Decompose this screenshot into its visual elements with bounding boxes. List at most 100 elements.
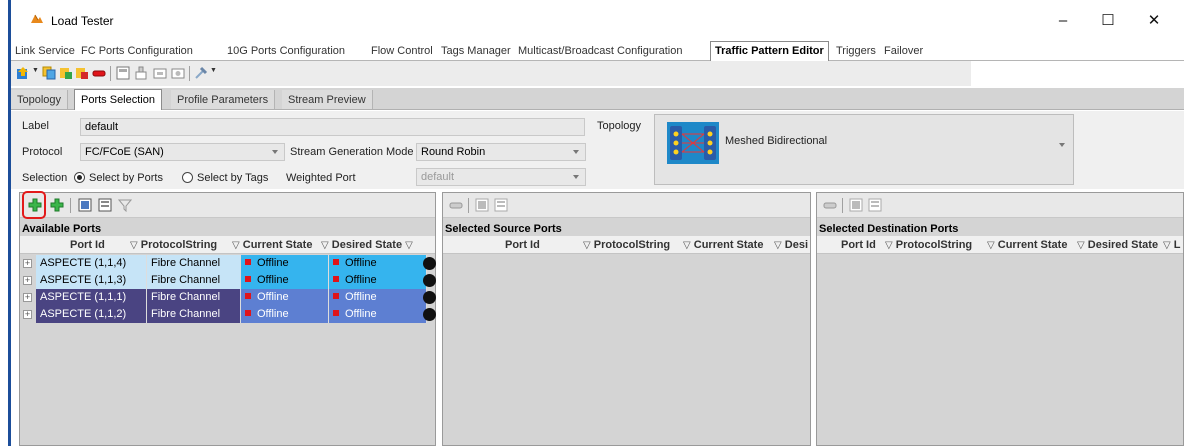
current-state-cell: Offline — [241, 255, 329, 272]
deselect-all-icon[interactable] — [494, 198, 508, 212]
select-all-icon[interactable] — [849, 198, 863, 212]
view-icon[interactable] — [153, 66, 167, 80]
topology-caption: Topology — [597, 120, 642, 132]
remove-port-icon[interactable] — [823, 198, 837, 212]
filter-icon[interactable]: ▽ — [130, 240, 138, 251]
meshed-topology-icon — [667, 122, 719, 164]
select-all-icon[interactable] — [78, 198, 92, 212]
tab-10g-ports-configuration[interactable]: 10G Ports Configuration — [227, 45, 345, 57]
column-desired-state[interactable]: ▽ Desired State ▽ — [321, 239, 413, 251]
toolbar-separator — [70, 198, 71, 213]
protocol-caption: Protocol — [22, 146, 63, 158]
column-desired-state[interactable]: ▽ Desi — [774, 239, 808, 251]
filter-icon[interactable]: ▽ — [987, 240, 995, 251]
import-dropdown-icon[interactable]: ▼ — [32, 67, 39, 74]
title-bar: Load Tester – ☐ ✕ — [11, 0, 1184, 38]
topology-value: Meshed Bidirectional — [725, 135, 828, 147]
filter-icon[interactable]: ▽ — [1163, 240, 1171, 251]
import-icon[interactable] — [16, 66, 30, 80]
select-by-tags-label[interactable]: Select by Tags — [197, 172, 268, 184]
expand-icon[interactable]: + — [23, 310, 32, 319]
table-row[interactable]: + ASPECTE (1,1,1) Fibre Channel Offline … — [20, 289, 436, 306]
table-row[interactable]: + ASPECTE (1,1,2) Fibre Channel Offline … — [20, 306, 436, 323]
add-green-icon[interactable] — [59, 66, 73, 80]
select-by-ports-label[interactable]: Select by Ports — [89, 172, 163, 184]
filter-icon[interactable]: ▽ — [683, 240, 691, 251]
table-row[interactable]: + ASPECTE (1,1,3) Fibre Channel Offline … — [20, 272, 436, 289]
tab-ports-selection[interactable]: Ports Selection — [74, 89, 162, 110]
protocol-cell: Fibre Channel — [147, 272, 241, 289]
column-current-state-label: Current State — [997, 239, 1068, 251]
expand-icon[interactable]: + — [23, 276, 32, 285]
tab-multicast-broadcast-configuration[interactable]: Multicast/Broadcast Configuration — [518, 45, 682, 57]
arrange-icon[interactable] — [134, 66, 148, 80]
offline-indicator-icon — [245, 259, 251, 265]
column-desired-state-label: Desired State — [331, 239, 403, 251]
filter-icon[interactable]: ▽ — [232, 240, 240, 251]
column-protocol-string[interactable]: ▽ ProtocolString — [885, 239, 972, 251]
tab-profile-parameters[interactable]: Profile Parameters — [171, 90, 276, 109]
minimize-button[interactable]: – — [1043, 8, 1083, 32]
select-all-icon[interactable] — [475, 198, 489, 212]
close-button[interactable]: ✕ — [1134, 8, 1174, 32]
remove-port-icon[interactable] — [449, 198, 463, 212]
column-current-state[interactable]: ▽ Current State — [683, 239, 763, 251]
tab-tags-manager[interactable]: Tags Manager — [441, 45, 511, 57]
column-l-label: L — [1173, 239, 1181, 251]
column-port-id[interactable]: Port Id — [70, 239, 105, 251]
tab-fc-ports-configuration[interactable]: FC Ports Configuration — [81, 45, 193, 57]
add-red-icon[interactable] — [75, 66, 89, 80]
column-desired-state[interactable]: ▽ Desired State — [1077, 239, 1158, 251]
weighted-port-select[interactable]: default — [416, 168, 586, 186]
filter-icon[interactable]: ▽ — [885, 240, 893, 251]
chevron-down-icon — [1059, 143, 1065, 147]
expand-icon[interactable]: + — [23, 293, 32, 302]
tab-topology[interactable]: Topology — [11, 90, 69, 109]
protocol-value: FC/FCoE (SAN) — [85, 146, 164, 158]
column-port-id[interactable]: Port Id — [841, 239, 876, 251]
table-row[interactable]: + ASPECTE (1,1,4) Fibre Channel Offline … — [20, 255, 436, 272]
column-current-state-label: Current State — [693, 239, 764, 251]
tab-traffic-pattern-editor[interactable]: Traffic Pattern Editor — [710, 41, 829, 62]
expand-icon[interactable]: + — [23, 259, 32, 268]
tools-dropdown-icon[interactable]: ▼ — [210, 67, 217, 74]
maximize-button[interactable]: ☐ — [1088, 8, 1128, 32]
source-ports-panel: Selected Source Ports Port Id ▽ Protocol… — [442, 192, 811, 446]
available-ports-toolbar — [20, 193, 435, 218]
port-id-cell: ASPECTE (1,1,4) — [36, 255, 147, 272]
filter-icon[interactable]: ▽ — [405, 240, 413, 251]
label-field[interactable]: default — [80, 118, 585, 136]
filter-icon[interactable]: ▽ — [774, 240, 782, 251]
filter-icon[interactable]: ▽ — [1077, 240, 1085, 251]
layout-icon[interactable] — [116, 66, 130, 80]
column-current-state[interactable]: ▽ Current State — [232, 239, 312, 251]
column-current-state[interactable]: ▽ Current State — [987, 239, 1067, 251]
deselect-all-icon[interactable] — [868, 198, 882, 212]
copy-icon[interactable] — [42, 66, 56, 80]
grid-view-icon[interactable] — [171, 66, 185, 80]
toolbar-separator — [842, 198, 843, 213]
sub-tab-strip: Topology Ports Selection Profile Paramet… — [11, 88, 1184, 110]
remove-icon[interactable] — [92, 66, 106, 80]
column-l[interactable]: ▽ L — [1163, 239, 1181, 251]
tab-link-service[interactable]: Link Service — [15, 45, 75, 57]
tab-stream-preview[interactable]: Stream Preview — [282, 90, 373, 109]
stream-mode-select[interactable]: Round Robin — [416, 143, 586, 161]
select-by-ports-radio[interactable] — [74, 172, 85, 183]
tab-triggers[interactable]: Triggers — [836, 45, 876, 57]
select-by-tags-radio[interactable] — [182, 172, 193, 183]
destination-ports-toolbar — [817, 193, 1183, 218]
tab-failover[interactable]: Failover — [884, 45, 923, 57]
column-port-id[interactable]: Port Id — [505, 239, 540, 251]
topology-select[interactable]: Meshed Bidirectional — [654, 114, 1074, 185]
add-all-ports-icon[interactable] — [50, 198, 64, 212]
tools-icon[interactable] — [194, 66, 208, 80]
filter-icon[interactable]: ▽ — [583, 240, 591, 251]
filter-icon[interactable]: ▽ — [321, 240, 329, 251]
filter-icon[interactable] — [118, 198, 132, 212]
column-protocol-string[interactable]: ▽ ProtocolString — [583, 239, 670, 251]
deselect-all-icon[interactable] — [98, 198, 112, 212]
protocol-select[interactable]: FC/FCoE (SAN) — [80, 143, 285, 161]
column-protocol-string[interactable]: ▽ ProtocolString — [130, 239, 217, 251]
tab-flow-control[interactable]: Flow Control — [371, 45, 433, 57]
